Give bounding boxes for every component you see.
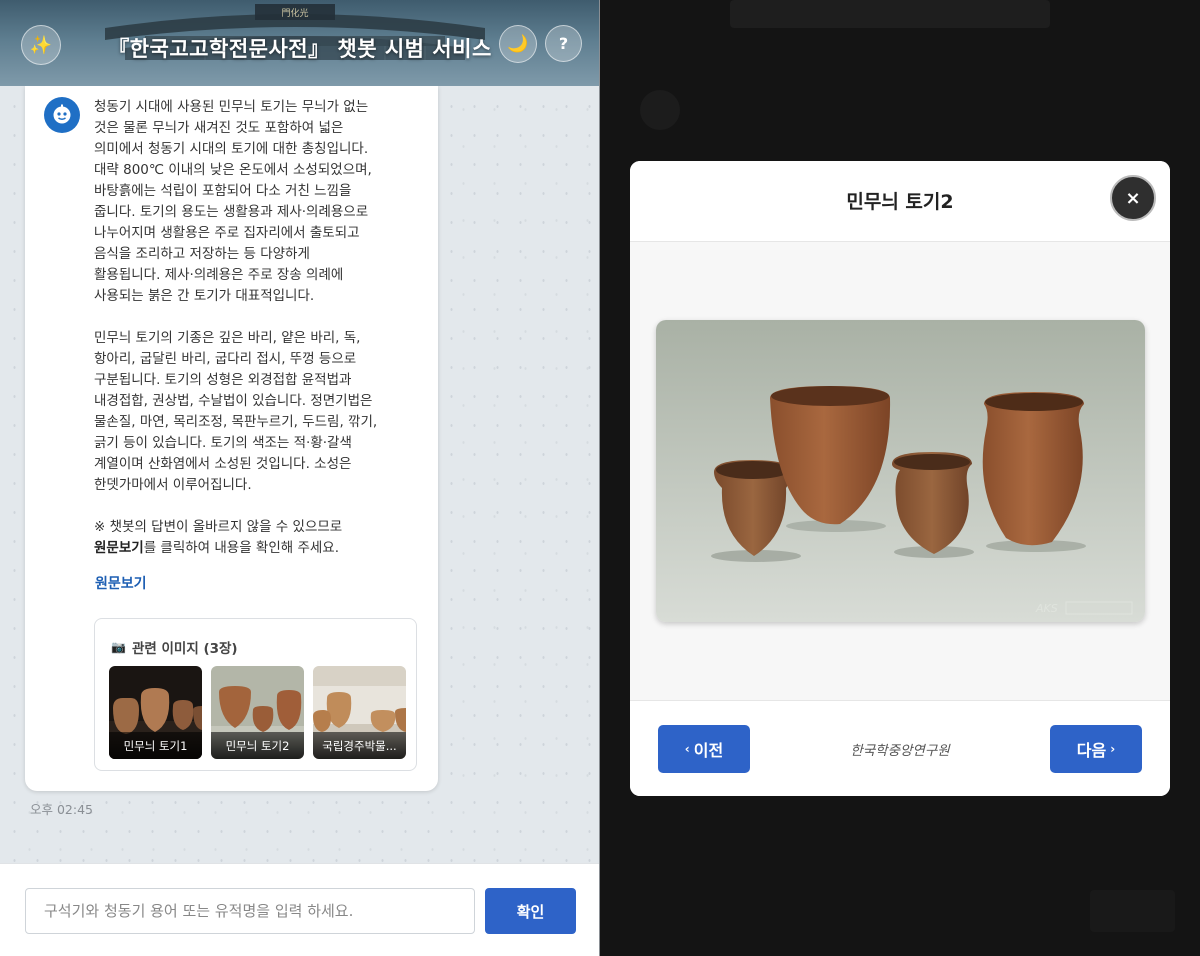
bot-message-text: 청동기 시대에 사용된 민무늬 토기는 무늬가 없는 것은 물론 무늬가 새겨진… <box>94 97 416 559</box>
next-label: 다음 <box>1076 741 1107 760</box>
bot-avatar <box>44 97 80 133</box>
notice-line-1: ※ 챗봇의 답변이 올바르지 않을 수 있으므로 <box>94 519 343 535</box>
dimmed-background-element <box>1090 890 1175 932</box>
message-timestamp: 오후 02:45 <box>30 802 93 817</box>
image-thumbnail-2[interactable]: 민무늬 토기2 <box>211 666 304 759</box>
view-source-link[interactable]: 원문보기 <box>95 573 147 593</box>
dimmed-background-element <box>640 90 680 130</box>
chat-input-bar: 확인 <box>0 863 599 956</box>
next-button[interactable]: 다음 › <box>1050 725 1142 773</box>
moon-icon: 🌙 <box>507 34 529 54</box>
camera-icon: 📷 <box>111 640 126 654</box>
related-images-header: 📷 관련 이미지 (3장) <box>111 637 238 657</box>
submit-button[interactable]: 확인 <box>485 888 576 934</box>
modal-body: AKS <box>630 242 1170 700</box>
notice-bold: 원문보기 <box>94 540 144 556</box>
chevron-right-icon: › <box>1110 742 1116 756</box>
message-paragraph-2: 민무늬 토기의 기종은 깊은 바리, 얕은 바리, 독, 항아리, 굽달린 바리… <box>94 330 378 493</box>
svg-text:AKS: AKS <box>1035 602 1058 615</box>
dimmed-background-element <box>730 0 1050 28</box>
gate-sign: 門化光 <box>281 7 308 19</box>
disclaimer-notice: ※ 챗봇의 답변이 올바르지 않을 수 있으므로원문보기를 클릭하여 내용을 확… <box>94 517 416 559</box>
image-viewer-modal: 민무늬 토기2 × AKS ‹ 이전 한국학중앙연구원 다음 › <box>630 161 1170 796</box>
close-icon: × <box>1125 187 1141 209</box>
thumbnail-label-1: 민무늬 토기1 <box>109 732 202 759</box>
modal-footer: ‹ 이전 한국학중앙연구원 다음 › <box>630 700 1170 796</box>
image-thumbnail-1[interactable]: 민무늬 토기1 <box>109 666 202 759</box>
notice-rest: 를 클릭하여 내용을 확인해 주세요. <box>143 540 340 556</box>
pottery-image: AKS <box>656 320 1145 622</box>
search-input[interactable] <box>25 888 475 934</box>
related-images-card: 📷 관련 이미지 (3장) 민무늬 토기1 민무늬 토기2 국립경주박물... <box>94 618 417 771</box>
message-paragraph-1: 청동기 시대에 사용된 민무늬 토기는 무늬가 없는 것은 물론 무늬가 새겨진… <box>94 99 372 304</box>
thumbnail-label-2: 민무늬 토기2 <box>211 732 304 759</box>
modal-header: 민무늬 토기2 × <box>630 161 1170 242</box>
help-icon: ? <box>558 34 569 53</box>
chat-header: 門化光 ✨ 『한국고고학전문사전』 챗봇 시범 서비스 🌙 ? <box>0 0 599 86</box>
close-button[interactable]: × <box>1110 175 1156 221</box>
help-button[interactable]: ? <box>545 25 582 62</box>
artifact-photo: AKS <box>656 320 1145 622</box>
thumbnail-label-3: 국립경주박물... <box>313 732 406 759</box>
related-images-title: 관련 이미지 (3장) <box>131 641 238 657</box>
image-thumbnail-3[interactable]: 국립경주박물... <box>313 666 406 759</box>
chat-window: 門化光 ✨ 『한국고고학전문사전』 챗봇 시범 서비스 🌙 ? 청동기 시대에 … <box>0 0 600 956</box>
modal-title: 민무늬 토기2 <box>846 191 954 213</box>
theme-toggle-button[interactable]: 🌙 <box>499 25 537 63</box>
bot-icon <box>53 104 71 124</box>
